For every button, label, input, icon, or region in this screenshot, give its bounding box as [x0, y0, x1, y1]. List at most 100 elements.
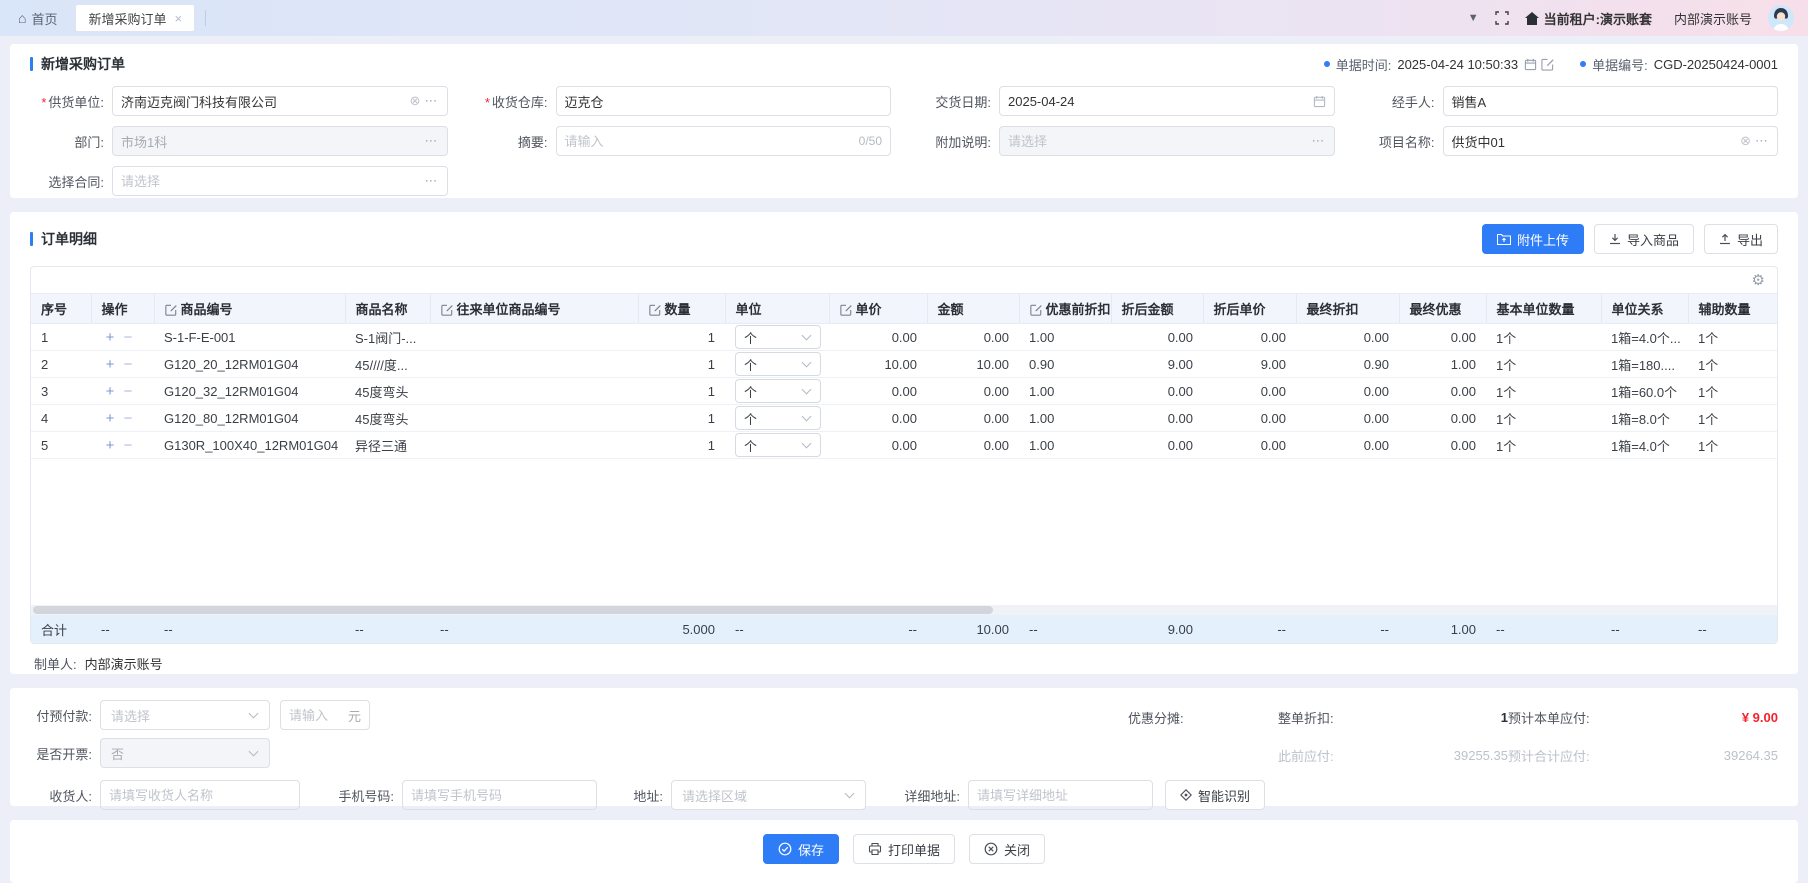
- check-circle-icon: [778, 842, 792, 856]
- tab-new-purchase-order[interactable]: 新增采购订单 ×: [75, 4, 195, 32]
- unit-select[interactable]: 个: [735, 406, 821, 430]
- col-unit: 单位: [725, 294, 829, 324]
- prepay-amount-input[interactable]: 元: [280, 700, 370, 730]
- print-button[interactable]: 打印单据: [853, 834, 955, 864]
- cell-code: G120_80_12RM01G04: [154, 405, 345, 432]
- import-products-button[interactable]: 导入商品: [1594, 224, 1694, 254]
- summary-value[interactable]: [565, 134, 859, 149]
- user-avatar[interactable]: [1768, 5, 1794, 31]
- cell-name: 45////度...: [345, 351, 430, 378]
- delivery-date-value[interactable]: [1008, 94, 1309, 109]
- add-row-button[interactable]: +: [101, 437, 119, 454]
- clear-icon[interactable]: ⊗: [410, 93, 421, 109]
- project-value[interactable]: [1452, 134, 1737, 149]
- account-name[interactable]: 内部演示账号: [1674, 9, 1752, 28]
- more-icon[interactable]: ⋯: [1755, 133, 1769, 149]
- cell-unit: 个: [725, 351, 829, 378]
- receiver-value[interactable]: [109, 788, 291, 803]
- tab-home[interactable]: ⌂ 首页: [0, 9, 75, 28]
- cell-partner_code: [430, 378, 638, 405]
- fullscreen-icon[interactable]: [1495, 11, 1509, 25]
- edit-icon[interactable]: [1541, 58, 1554, 71]
- smart-recognize-button[interactable]: 智能识别: [1165, 780, 1265, 810]
- detail-address-value[interactable]: [977, 788, 1144, 803]
- remove-row-button[interactable]: −: [119, 356, 137, 373]
- attachment-upload-button[interactable]: 附件上传: [1482, 224, 1584, 254]
- horizontal-scrollbar-thumb[interactable]: [33, 606, 993, 614]
- unit-select[interactable]: 个: [735, 352, 821, 376]
- chevron-down-icon[interactable]: ▼: [1468, 12, 1479, 24]
- add-row-button[interactable]: +: [101, 383, 119, 400]
- cell-unit: 个: [725, 324, 829, 351]
- remove-row-button[interactable]: −: [119, 383, 137, 400]
- phone-input[interactable]: [402, 780, 597, 810]
- invoice-select[interactable]: 否: [100, 738, 270, 768]
- detail-address-input[interactable]: [968, 780, 1153, 810]
- project-label: 项目名称:: [1361, 132, 1443, 151]
- calendar-icon[interactable]: [1524, 58, 1537, 71]
- edit-icon: [441, 304, 453, 316]
- contract-input[interactable]: ⋯: [112, 166, 448, 196]
- export-button[interactable]: 导出: [1704, 224, 1778, 254]
- save-button[interactable]: 保存: [763, 834, 839, 864]
- col-qty: 数量: [638, 294, 725, 324]
- sum-disc_price: --: [1203, 622, 1296, 637]
- cell-aux_qty: 1个: [1688, 351, 1777, 378]
- more-icon[interactable]: ⋯: [425, 173, 439, 189]
- cell-ops: +−: [91, 351, 154, 378]
- cell-base_qty: 1个: [1486, 378, 1601, 405]
- prepay-amount-value[interactable]: [289, 708, 348, 723]
- supplier-input[interactable]: ⊗ ⋯: [112, 86, 448, 116]
- gear-icon[interactable]: ⚙: [1752, 273, 1765, 288]
- sum-disc_amount: 9.00: [1111, 622, 1203, 637]
- project-input[interactable]: ⊗ ⋯: [1443, 126, 1779, 156]
- receiver-input[interactable]: [100, 780, 300, 810]
- remove-row-button[interactable]: −: [119, 329, 137, 346]
- unit-select[interactable]: 个: [735, 379, 821, 403]
- remove-row-button[interactable]: −: [119, 437, 137, 454]
- cell-partner_code: [430, 405, 638, 432]
- cell-price: 0.00: [829, 378, 927, 405]
- cell-disc_amount: 0.00: [1111, 405, 1203, 432]
- edit-icon: [649, 304, 661, 316]
- address-select[interactable]: 请选择区域: [671, 780, 866, 810]
- department-input[interactable]: ⋯: [112, 126, 448, 156]
- unit-select[interactable]: 个: [735, 325, 821, 349]
- phone-value[interactable]: [411, 788, 588, 803]
- summary-input[interactable]: 0/50: [556, 126, 892, 156]
- extra-note-value: [1008, 134, 1308, 149]
- add-row-button[interactable]: +: [101, 356, 119, 373]
- tab-close-icon[interactable]: ×: [175, 11, 183, 26]
- more-icon[interactable]: ⋯: [1312, 133, 1326, 149]
- handler-input[interactable]: [1443, 86, 1779, 116]
- col-pre_discount: 优惠前折扣: [1019, 294, 1111, 324]
- cell-final_offer: 0.00: [1399, 432, 1486, 459]
- delivery-date-input[interactable]: [999, 86, 1335, 116]
- extra-note-input[interactable]: ⋯: [999, 126, 1335, 156]
- warehouse-value[interactable]: [565, 94, 883, 109]
- clear-icon[interactable]: ⊗: [1740, 133, 1751, 149]
- cell-final_offer: 0.00: [1399, 324, 1486, 351]
- supplier-value[interactable]: [121, 94, 406, 109]
- prepay-select[interactable]: 请选择: [100, 700, 270, 730]
- more-icon[interactable]: ⋯: [425, 133, 439, 149]
- close-button[interactable]: 关闭: [969, 834, 1045, 864]
- warehouse-input[interactable]: [556, 86, 892, 116]
- department-label: 部门:: [30, 132, 112, 151]
- col-price: 单价: [829, 294, 927, 324]
- remove-row-button[interactable]: −: [119, 410, 137, 427]
- unit-select[interactable]: 个: [735, 433, 821, 457]
- add-row-button[interactable]: +: [101, 410, 119, 427]
- contract-value[interactable]: [121, 174, 421, 189]
- char-counter: 0/50: [859, 134, 882, 148]
- cell-disc_amount: 0.00: [1111, 432, 1203, 459]
- col-unit_rel: 单位关系: [1601, 294, 1688, 324]
- handler-value[interactable]: [1452, 94, 1770, 109]
- sum-final_offer: 1.00: [1399, 622, 1486, 637]
- calendar-icon[interactable]: [1313, 95, 1326, 108]
- tenant-info[interactable]: 当前租户:演示账套: [1525, 9, 1652, 28]
- cell-name: 45度弯头: [345, 405, 430, 432]
- more-icon[interactable]: ⋯: [425, 93, 439, 109]
- cell-disc_price: 0.00: [1203, 432, 1296, 459]
- add-row-button[interactable]: +: [101, 329, 119, 346]
